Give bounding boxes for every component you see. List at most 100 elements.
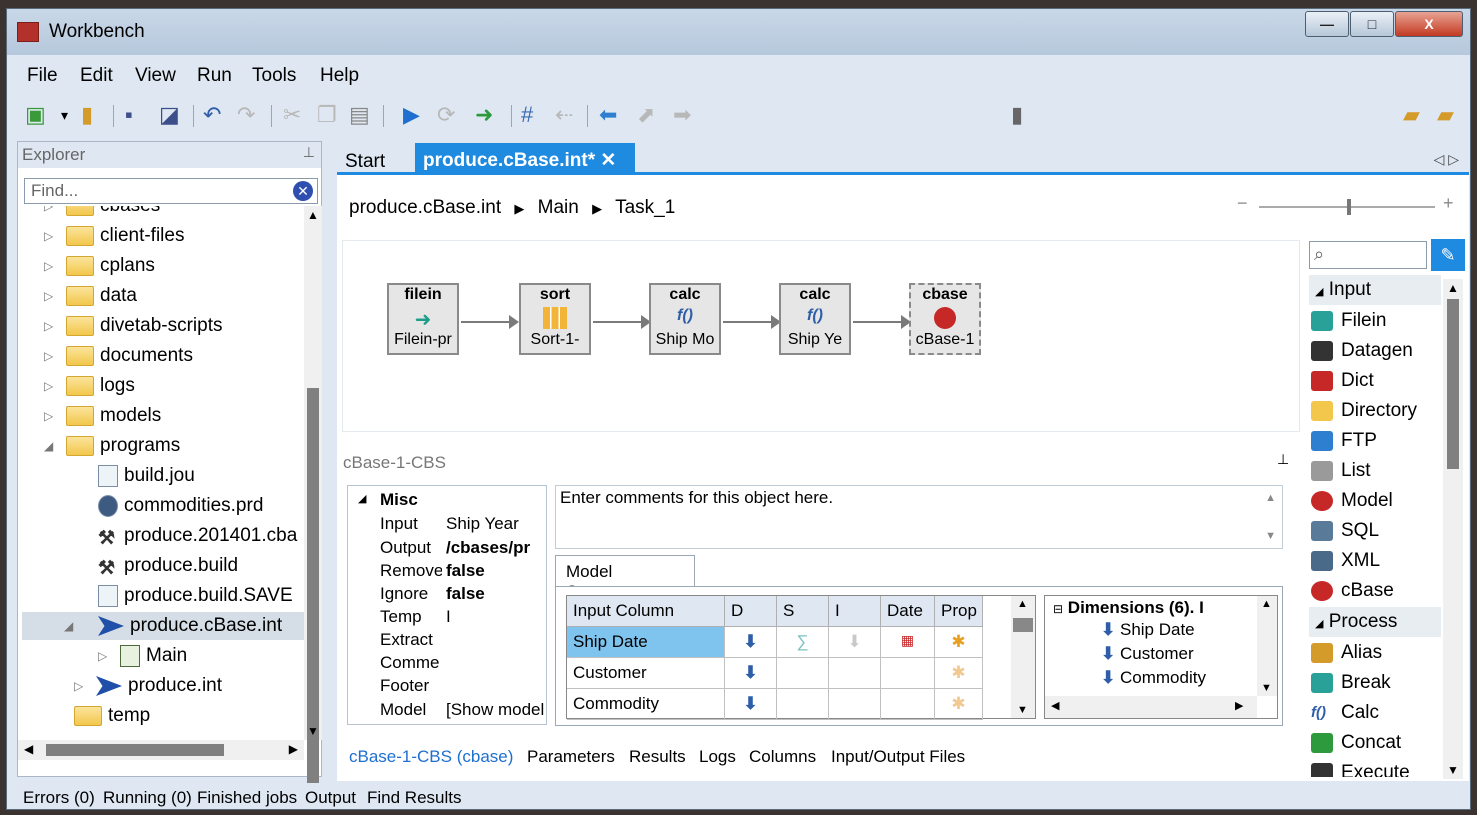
- scroll-thumb[interactable]: [46, 744, 224, 756]
- undo-icon[interactable]: ↶: [203, 103, 221, 127]
- scroll-thumb[interactable]: [1447, 299, 1459, 469]
- forward-icon[interactable]: ➡: [673, 103, 691, 127]
- explorer-vertical-scrollbar[interactable]: ▲ ▼: [304, 206, 322, 808]
- tab-cbase-cbs[interactable]: cBase-1-CBS (cbase): [349, 747, 513, 767]
- collapse-icon[interactable]: ⊟: [1053, 602, 1063, 616]
- breadcrumb-item[interactable]: Main: [538, 197, 579, 218]
- grid-scrollbar[interactable]: ▲ ▼: [1011, 596, 1035, 718]
- zoom-thumb[interactable]: [1347, 199, 1351, 215]
- property-row[interactable]: Input Ship Year: [348, 512, 546, 535]
- new-dropdown-icon[interactable]: ▾: [61, 103, 68, 127]
- cut-icon[interactable]: ✂: [283, 103, 301, 127]
- palette-category-input[interactable]: ◢ Input: [1309, 275, 1441, 305]
- node-calc-ship-month[interactable]: calc f() Ship Mo: [649, 283, 721, 355]
- expand-icon[interactable]: ▷: [44, 372, 53, 400]
- minimize-button[interactable]: —: [1305, 11, 1349, 37]
- scroll-up-icon[interactable]: ▲: [1261, 598, 1272, 610]
- scroll-up-icon[interactable]: ▲: [1017, 598, 1028, 610]
- menu-tools[interactable]: Tools: [252, 65, 296, 87]
- palette-item-calc[interactable]: f() Calc: [1311, 699, 1379, 727]
- disconnect-icon[interactable]: ▰: [1437, 103, 1454, 127]
- scroll-right-icon[interactable]: ▶: [1235, 699, 1243, 712]
- dimension-arrow-icon[interactable]: ⬇: [725, 627, 777, 658]
- menu-help[interactable]: Help: [320, 65, 359, 87]
- up-icon[interactable]: ⬈: [637, 103, 655, 127]
- palette-search-input[interactable]: ⌕: [1309, 241, 1427, 269]
- connect-icon[interactable]: ▰: [1403, 103, 1420, 127]
- tree-item-main[interactable]: ▷ Main: [98, 642, 187, 670]
- scroll-down-icon[interactable]: ▼: [1447, 763, 1459, 777]
- tree-item-temp[interactable]: temp: [74, 702, 150, 730]
- grid-cell[interactable]: [829, 658, 881, 689]
- tree-item-produce-cbase-int[interactable]: ◢ produce.cBase.int: [22, 612, 304, 640]
- expand-icon[interactable]: ▷: [44, 222, 53, 250]
- comments-textarea[interactable]: Enter comments for this object here. ▲ ▼: [555, 485, 1283, 549]
- dimension-item[interactable]: ⬇ Ship Date: [1101, 620, 1195, 640]
- expand-icon[interactable]: ▷: [44, 402, 53, 430]
- open-icon[interactable]: ▮: [81, 103, 93, 127]
- grid-icon[interactable]: #: [521, 103, 533, 127]
- expand-icon[interactable]: ▷: [44, 252, 53, 280]
- dims-horizontal-scrollbar[interactable]: ◀ ▶: [1045, 696, 1257, 718]
- node-sort[interactable]: sort Sort-1-: [519, 283, 591, 355]
- tab-input-output-files[interactable]: Input/Output Files: [831, 747, 965, 767]
- paste-icon[interactable]: ▤: [349, 103, 370, 127]
- property-row[interactable]: Temp I: [348, 605, 546, 628]
- gear-icon[interactable]: ✱: [935, 658, 983, 689]
- tree-item-produce-build-save[interactable]: produce.build.SAVE: [98, 582, 293, 610]
- node-cbase[interactable]: cbase cBase-1: [909, 283, 981, 355]
- zoom-slider[interactable]: − +: [1237, 193, 1457, 217]
- grid-cell[interactable]: [829, 689, 881, 720]
- menu-run[interactable]: Run: [197, 65, 232, 87]
- calendar-icon[interactable]: ▦: [881, 627, 935, 658]
- tree-item-models[interactable]: ▷ models: [44, 402, 161, 430]
- palette-item-dict[interactable]: Dict: [1311, 367, 1374, 395]
- scroll-down-icon[interactable]: ▼: [1261, 682, 1272, 694]
- gear-icon[interactable]: ✱: [935, 689, 983, 720]
- scroll-right-icon[interactable]: ▶: [289, 742, 298, 756]
- palette-item-ftp[interactable]: FTP: [1311, 427, 1377, 455]
- palette-item-list[interactable]: List: [1311, 457, 1371, 485]
- run-icon[interactable]: ▶: [403, 103, 420, 127]
- column-header[interactable]: Prop: [935, 596, 983, 627]
- scroll-down-icon[interactable]: ▼: [1265, 530, 1276, 542]
- breadcrumb-item[interactable]: Task_1: [615, 197, 675, 218]
- status-running[interactable]: Running (0): [103, 788, 192, 808]
- property-row[interactable]: Ignore false: [348, 582, 546, 605]
- grid-cell[interactable]: [777, 658, 829, 689]
- palette-item-model[interactable]: Model: [1311, 487, 1393, 515]
- grid-cell-ship-date[interactable]: Ship Date: [567, 627, 725, 658]
- breadcrumb-item[interactable]: produce.cBase.int: [349, 197, 501, 218]
- property-row[interactable]: Remove false: [348, 559, 546, 582]
- palette-item-filein[interactable]: Filein: [1311, 307, 1386, 335]
- palette-item-execute[interactable]: Execute: [1311, 759, 1410, 777]
- expand-icon[interactable]: ▷: [74, 672, 83, 700]
- status-errors[interactable]: Errors (0): [23, 788, 95, 808]
- column-header[interactable]: D: [725, 596, 777, 627]
- tree-item-cplans[interactable]: ▷ cplans: [44, 252, 155, 280]
- sum-icon[interactable]: ∑: [777, 627, 829, 658]
- maximize-button[interactable]: □: [1350, 11, 1394, 37]
- close-icon[interactable]: ✕: [600, 150, 616, 171]
- pin-icon[interactable]: ✎: [1431, 239, 1465, 271]
- pin-icon[interactable]: ⊥: [303, 144, 315, 161]
- expand-icon[interactable]: ▷: [44, 206, 53, 220]
- dimensions-header[interactable]: ⊟ Dimensions (6). I: [1053, 598, 1204, 618]
- node-filein[interactable]: filein ➜ Filein-pr: [387, 283, 459, 355]
- dimension-item[interactable]: ⬇ Customer: [1101, 644, 1194, 664]
- dimension-item[interactable]: ⬇ Commodity: [1101, 668, 1206, 688]
- menu-file[interactable]: File: [27, 65, 58, 87]
- zoom-out-icon[interactable]: −: [1237, 193, 1248, 214]
- save-icon[interactable]: ▪: [125, 103, 133, 127]
- palette-item-datagen[interactable]: Datagen: [1311, 337, 1413, 365]
- gear-icon[interactable]: ✱: [935, 627, 983, 658]
- scroll-thumb[interactable]: [1013, 618, 1033, 632]
- scroll-up-icon[interactable]: ▲: [307, 208, 319, 222]
- collapse-icon[interactable]: ◢: [44, 432, 53, 460]
- scroll-down-icon[interactable]: ▼: [307, 724, 319, 738]
- palette-item-directory[interactable]: Directory: [1311, 397, 1417, 425]
- collapse-icon[interactable]: ◢: [1315, 618, 1323, 630]
- refresh-icon[interactable]: ⟳: [437, 103, 455, 127]
- expand-icon[interactable]: ▷: [44, 312, 53, 340]
- explorer-horizontal-scrollbar[interactable]: ◀ ▶: [18, 740, 304, 760]
